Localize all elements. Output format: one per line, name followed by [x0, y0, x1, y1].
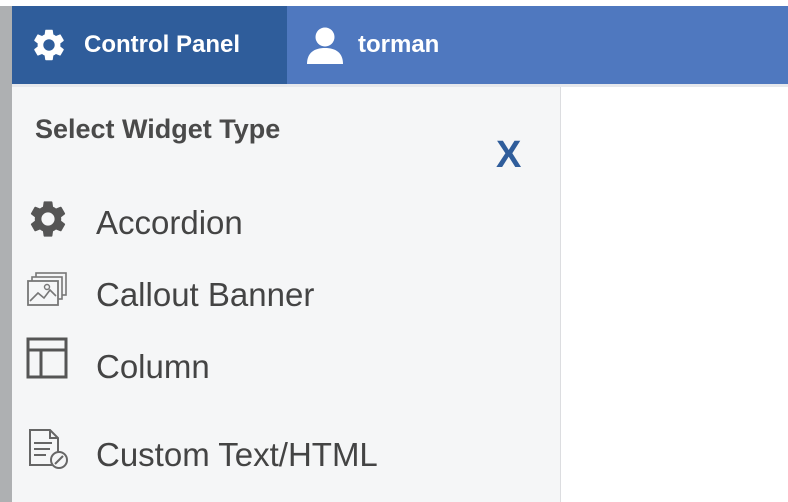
- widget-item-label: Callout Banner: [96, 276, 315, 313]
- user-icon: [305, 26, 345, 64]
- widget-item-label: Accordion: [96, 204, 243, 241]
- widget-item-label: Column: [96, 348, 210, 385]
- image-stack-icon: [26, 269, 70, 313]
- close-button[interactable]: X: [496, 135, 521, 175]
- top-navigation-bar: Control Panel torman: [12, 6, 788, 84]
- document-edit-icon: [26, 427, 70, 471]
- username-label: torman: [358, 31, 440, 58]
- column-layout-icon: [26, 337, 70, 381]
- widget-item-callout-banner[interactable]: Callout Banner: [12, 263, 552, 323]
- gear-icon: [26, 197, 70, 241]
- left-edge-bar: [0, 0, 12, 502]
- widget-item-accordion[interactable]: Accordion: [12, 191, 552, 251]
- gear-icon: [30, 26, 68, 64]
- widget-item-column[interactable]: Column: [12, 335, 552, 395]
- control-panel-label: Control Panel: [84, 31, 241, 58]
- widget-type-panel: Select Widget Type X Accordion Callout B…: [12, 87, 561, 502]
- control-panel-button[interactable]: Control Panel: [12, 6, 287, 84]
- widget-item-custom-text-html[interactable]: Custom Text/HTML: [12, 423, 552, 483]
- panel-title: Select Widget Type: [35, 114, 281, 144]
- user-menu-button[interactable]: torman: [287, 6, 487, 84]
- widget-item-label: Custom Text/HTML: [96, 436, 378, 473]
